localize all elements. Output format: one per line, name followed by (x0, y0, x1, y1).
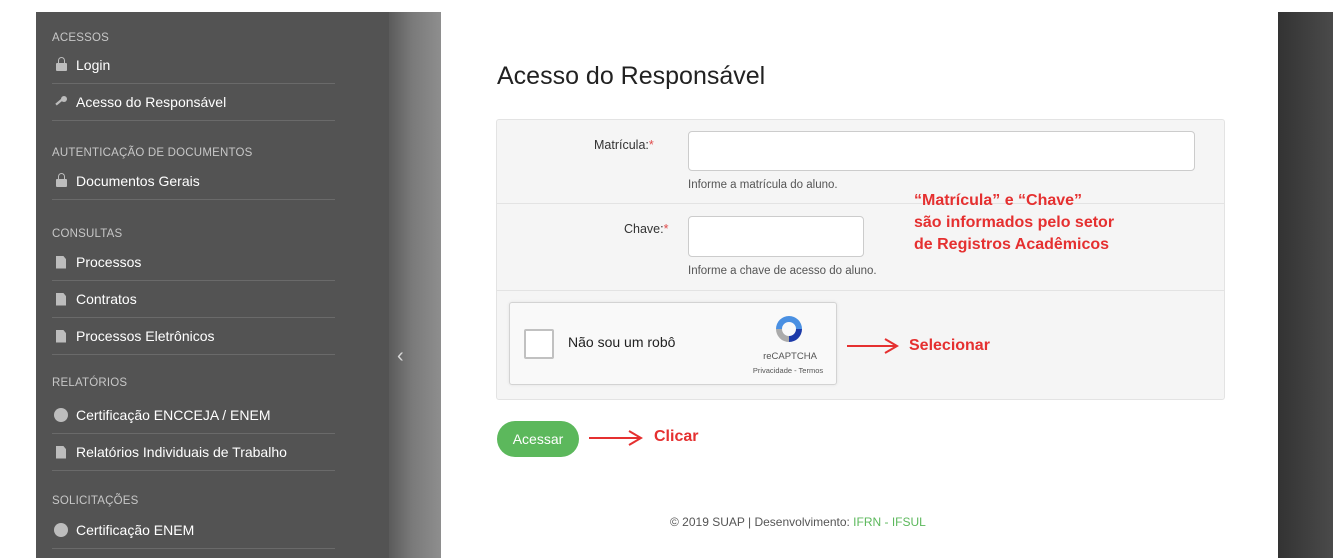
field-divider (497, 203, 1224, 204)
annotation-note-line2: são informados pelo setor (914, 214, 1115, 231)
sidebar-item-label: Certificação ENCCEJA / ENEM (76, 407, 271, 423)
section-title-solicitacoes: SOLICITAÇÕES (52, 495, 139, 507)
chave-input[interactable] (688, 216, 864, 257)
document-icon (54, 445, 68, 459)
captcha-label: Não sou um robô (568, 334, 676, 350)
chevron-left-icon: ‹ (397, 345, 404, 367)
sidebar-item-certificacao-encceja[interactable]: Certificação ENCCEJA / ENEM (52, 397, 335, 434)
annotation-note-line3: de Registros Acadêmicos (914, 236, 1110, 253)
matricula-input[interactable] (688, 131, 1195, 171)
matricula-help-text: Informe a matrícula do aluno. (688, 179, 838, 191)
section-title-autenticacao: AUTENTICAÇÃO DE DOCUMENTOS (52, 147, 253, 159)
sidebar-item-login[interactable]: Login (52, 47, 335, 84)
field-divider (497, 290, 1224, 291)
sidebar-collapse-toggle[interactable]: ‹ (389, 12, 441, 558)
document-icon (54, 292, 68, 306)
sidebar-item-processos[interactable]: Processos (52, 244, 335, 281)
sidebar-item-label: Login (76, 57, 111, 73)
sidebar-item-relatorios-individuais[interactable]: Relatórios Individuais de Trabalho (52, 434, 335, 471)
document-icon (54, 329, 68, 343)
section-title-relatorios: RELATÓRIOS (52, 377, 128, 389)
required-marker: * (648, 138, 654, 152)
annotation-select: Selecionar (909, 337, 990, 354)
key-icon (54, 95, 68, 109)
sidebar-item-documentos-gerais[interactable]: Documentos Gerais (52, 163, 335, 200)
recaptcha-terms-link[interactable]: Privacidade - Termos (738, 366, 838, 375)
sidebar-item-label: Certificação ENEM (76, 522, 195, 538)
footer-text: © 2019 SUAP | Desenvolvimento: (670, 515, 854, 529)
sidebar-item-label: Processos Eletrônicos (76, 328, 215, 344)
top-strip (0, 0, 1333, 12)
gear-icon (54, 523, 68, 537)
section-title-consultas: CONSULTAS (52, 228, 123, 240)
recaptcha-logo-icon (776, 316, 802, 342)
sidebar-item-label: Processos (76, 254, 142, 270)
gear-icon (54, 408, 68, 422)
chave-help-text: Informe a chave de acesso do aluno. (688, 265, 877, 277)
footer: © 2019 SUAP | Desenvolvimento: IFRN - IF… (670, 515, 926, 529)
captcha-checkbox[interactable] (524, 329, 554, 359)
sidebar-item-contratos[interactable]: Contratos (52, 281, 335, 318)
required-marker: * (663, 222, 669, 236)
footer-link[interactable]: IFRN - IFSUL (853, 515, 926, 529)
matricula-label: Matrícula:* (594, 138, 654, 152)
lock-icon (54, 57, 68, 72)
sidebar-item-processos-eletronicos[interactable]: Processos Eletrônicos (52, 318, 335, 355)
document-icon (54, 255, 68, 269)
sidebar-item-label: Acesso do Responsável (76, 94, 227, 110)
section-title-acessos: ACESSOS (52, 32, 110, 44)
annotation-note-line1: “Matrícula” e “Chave” (914, 192, 1083, 209)
sidebar-item-certificacao-enem[interactable]: Certificação ENEM (52, 512, 335, 549)
recaptcha-brand: reCAPTCHA (763, 351, 817, 362)
sidebar-item-acesso-responsavel[interactable]: Acesso do Responsável (52, 84, 335, 121)
arrow-right-icon (847, 338, 899, 354)
acessar-button[interactable]: Acessar (497, 421, 579, 457)
sidebar-item-label: Documentos Gerais (76, 173, 200, 189)
page-title: Acesso do Responsável (497, 62, 766, 90)
annotation-click: Clicar (654, 428, 699, 445)
recaptcha-widget: Não sou um robô reCAPTCHA Privacidade - … (509, 302, 837, 385)
sidebar-item-label: Contratos (76, 291, 137, 307)
lock-icon (54, 173, 68, 188)
right-edge-shadow (1278, 12, 1333, 558)
chave-label: Chave:* (624, 222, 669, 236)
sidebar-item-label: Relatórios Individuais de Trabalho (76, 444, 287, 460)
arrow-right-icon (589, 430, 643, 446)
